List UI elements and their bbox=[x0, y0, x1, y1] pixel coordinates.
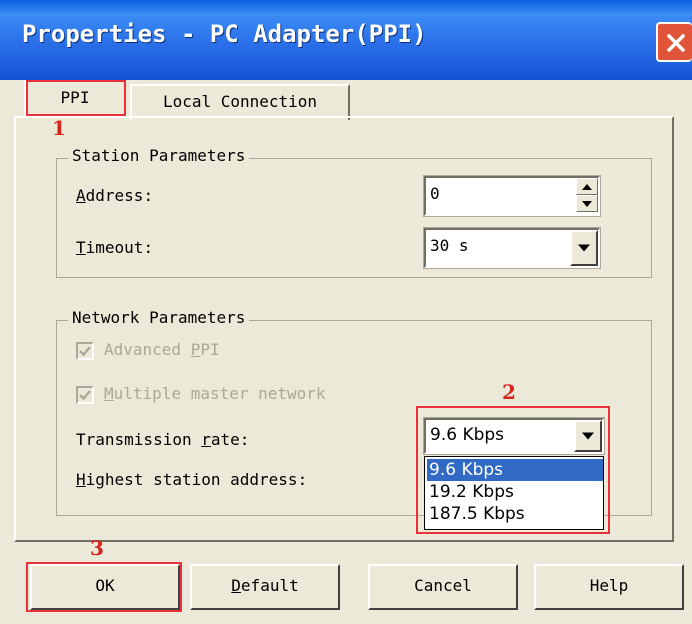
spin-up-button[interactable] bbox=[576, 178, 598, 195]
highest-station-mnemonic: H bbox=[76, 470, 86, 489]
timeout-value: 30 s bbox=[430, 236, 469, 255]
close-x-icon bbox=[667, 34, 685, 52]
network-parameters-legend: Network Parameters bbox=[68, 308, 250, 327]
default-mnemonic: D bbox=[231, 576, 241, 595]
timeout-label-mnemonic: T bbox=[76, 238, 86, 257]
help-button[interactable]: Help bbox=[534, 564, 684, 610]
highest-station-text: ighest station address: bbox=[85, 470, 308, 489]
address-label: Address: bbox=[76, 186, 153, 205]
arrow-up-icon bbox=[582, 183, 592, 190]
title-bar[interactable]: Properties - PC Adapter(PPI) bbox=[0, 0, 692, 80]
highlight-box-2 bbox=[416, 406, 610, 534]
advanced-ppi-text-end: PI bbox=[200, 340, 220, 359]
chevron-down-icon bbox=[578, 244, 590, 252]
timeout-label-text: imeout: bbox=[85, 238, 154, 257]
highlight-box-1 bbox=[26, 80, 126, 116]
transmission-rate-text: Transmission bbox=[76, 430, 202, 449]
address-label-mnemonic: A bbox=[76, 186, 86, 205]
highlight-box-3 bbox=[26, 562, 182, 612]
window-title: Properties - PC Adapter(PPI) bbox=[22, 20, 427, 48]
multiple-master-mnemonic: M bbox=[104, 384, 114, 403]
timeout-dropdown[interactable]: 30 s bbox=[423, 227, 601, 269]
address-value: 0 bbox=[430, 184, 440, 203]
multiple-master-text: ultiple master network bbox=[113, 384, 326, 403]
advanced-ppi-checkbox[interactable] bbox=[76, 342, 94, 360]
timeout-dropdown-button[interactable] bbox=[570, 230, 598, 266]
address-label-text: ddress: bbox=[85, 186, 154, 205]
properties-dialog: Properties - PC Adapter(PPI) PPI Local C… bbox=[0, 0, 692, 624]
advanced-ppi-mnemonic: P bbox=[190, 340, 201, 359]
cancel-button[interactable]: Cancel bbox=[368, 564, 518, 610]
checkmark-icon bbox=[79, 346, 91, 357]
spin-down-button[interactable] bbox=[576, 195, 598, 212]
address-spinbox[interactable]: 0 bbox=[423, 175, 601, 217]
annotation-marker-3: 3 bbox=[90, 536, 104, 560]
advanced-ppi-label: Advanced PPI bbox=[104, 340, 220, 359]
default-button[interactable]: Default bbox=[190, 564, 340, 610]
station-parameters-legend: Station Parameters bbox=[68, 146, 250, 165]
checkmark-icon bbox=[79, 390, 91, 401]
timeout-label: Timeout: bbox=[76, 238, 153, 257]
highest-station-address-label: Highest station address: bbox=[76, 470, 307, 489]
multiple-master-label: Multiple master network bbox=[104, 384, 326, 403]
transmission-rate-text-end: ate: bbox=[210, 430, 250, 449]
default-label: efault bbox=[240, 576, 299, 595]
close-button[interactable] bbox=[656, 22, 692, 62]
transmission-rate-mnemonic: r bbox=[201, 430, 211, 449]
annotation-marker-2: 2 bbox=[502, 380, 516, 404]
tab-local-connection-label: Local Connection bbox=[162, 92, 318, 111]
transmission-rate-label: Transmission rate: bbox=[76, 430, 249, 449]
tab-local-connection[interactable]: Local Connection bbox=[130, 84, 350, 120]
advanced-ppi-text: Advanced bbox=[104, 340, 191, 359]
multiple-master-checkbox[interactable] bbox=[76, 386, 94, 404]
arrow-down-icon bbox=[582, 200, 592, 207]
